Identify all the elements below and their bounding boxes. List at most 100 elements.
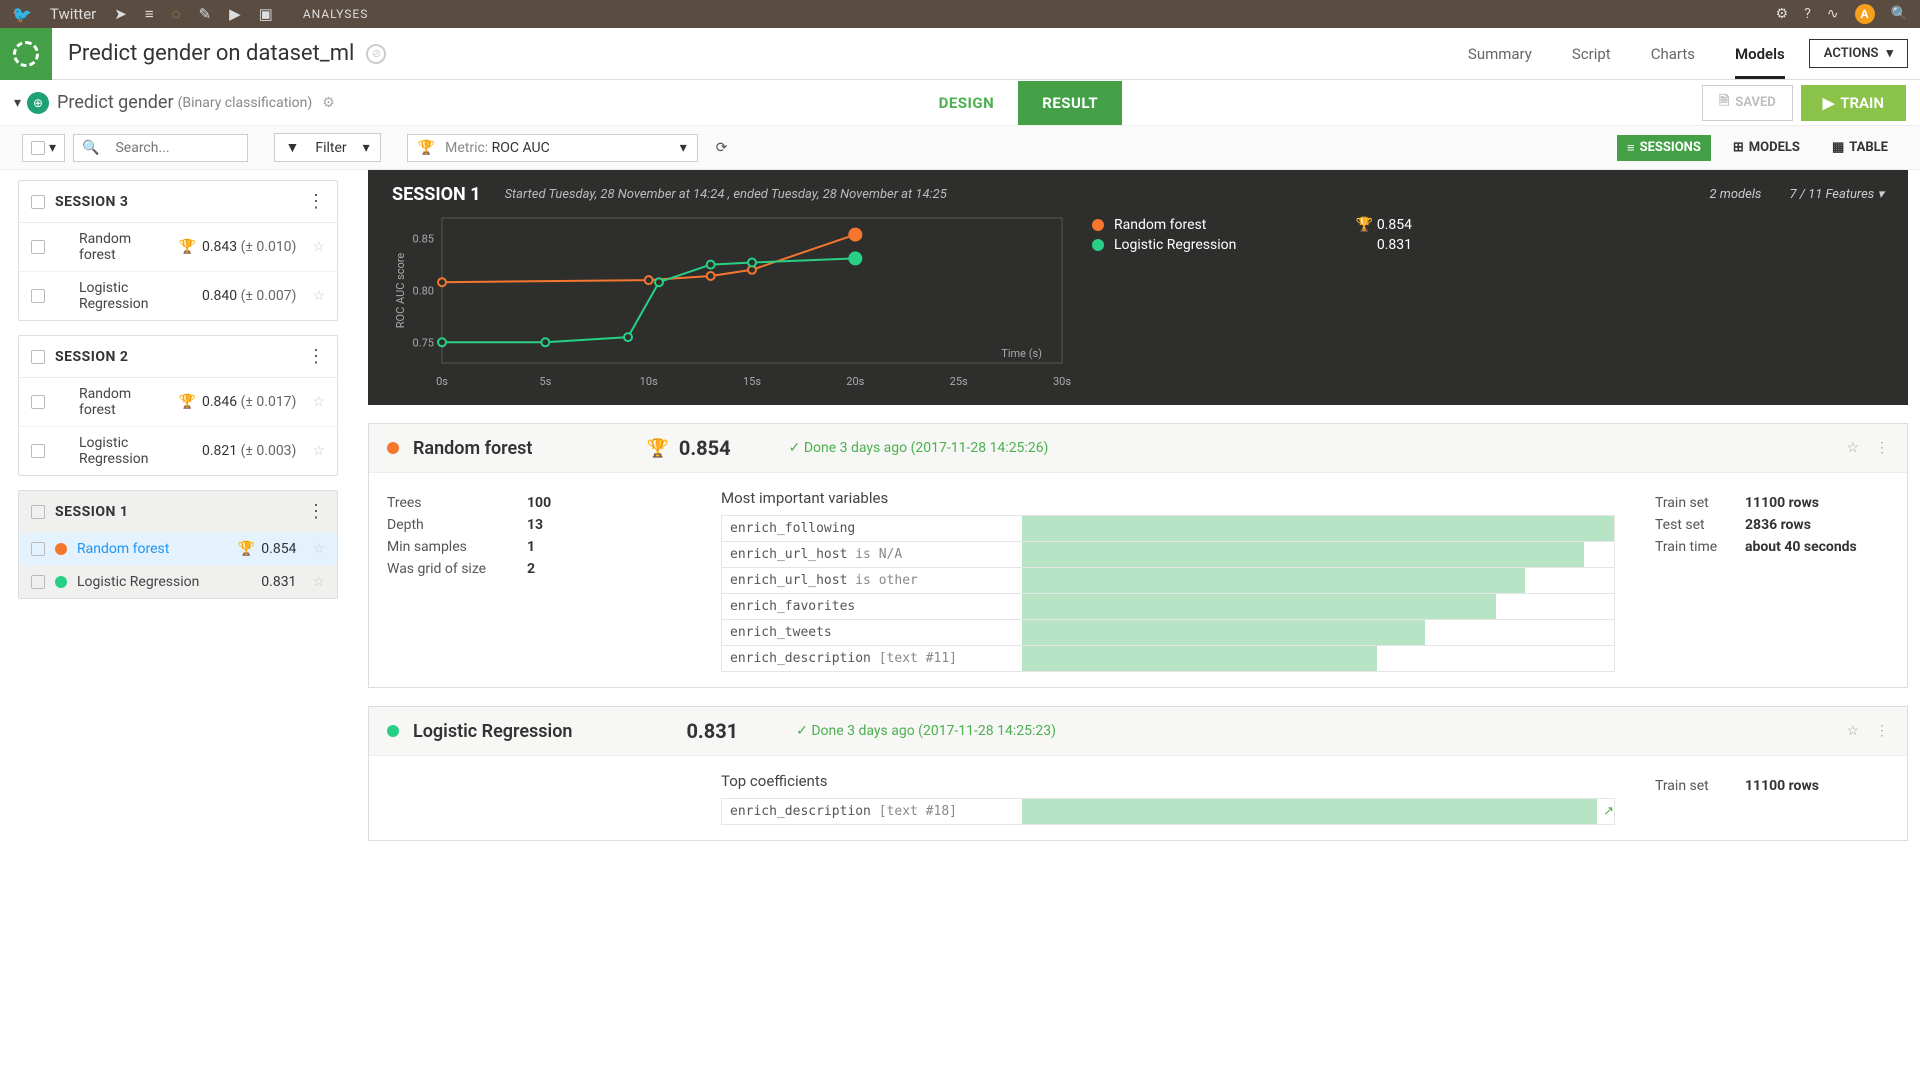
variable-row[interactable]: enrich_url_host is other [721, 567, 1615, 594]
model-name: Logistic Regression [79, 435, 192, 467]
star-icon[interactable]: ☆ [312, 394, 325, 410]
model-row[interactable]: Random forest 🏆0.854 ☆ [19, 533, 337, 566]
session-card: SESSION 3 ⋮ Random forest 🏆0.843 (± 0.01… [18, 180, 338, 321]
play-icon[interactable]: ▶ [229, 5, 241, 23]
tab-charts[interactable]: Charts [1651, 29, 1695, 79]
checkbox[interactable] [31, 542, 45, 556]
variables-title: Most important variables [721, 489, 1615, 507]
session-header[interactable]: SESSION 2 ⋮ [19, 336, 337, 378]
legend-dot [1092, 219, 1104, 231]
variable-row[interactable]: enrich_following [721, 515, 1615, 542]
search-input[interactable] [107, 135, 247, 161]
dashboard-icon[interactable]: ▣ [259, 5, 273, 23]
model-detail-card: Random forest 🏆 0.854 ✓ Done 3 days ago … [368, 423, 1908, 688]
star-icon[interactable]: ☆ [312, 541, 325, 557]
checkbox[interactable] [31, 395, 45, 409]
kebab-icon[interactable]: ⋮ [1875, 723, 1889, 739]
train-button[interactable]: ▶ TRAIN [1801, 85, 1906, 121]
variable-bar [1022, 568, 1614, 593]
view-table[interactable]: ▦TABLE [1822, 135, 1898, 161]
model-card-head[interactable]: Random forest 🏆 0.854 ✓ Done 3 days ago … [369, 424, 1907, 473]
task-name[interactable]: Predict gender [57, 92, 174, 113]
svg-text:30s: 30s [1053, 375, 1071, 388]
kebab-icon[interactable]: ⋮ [307, 191, 325, 212]
saved-button: 🗎 SAVED [1702, 85, 1793, 121]
model-name: Logistic Regression [77, 574, 251, 590]
star-icon[interactable]: ☆ [312, 574, 325, 590]
view-sessions[interactable]: ≡SESSIONS [1617, 135, 1711, 161]
variable-bar [1022, 542, 1614, 567]
search-icon[interactable]: 🔍 [1891, 6, 1908, 22]
analyses-label: ANALYSES [303, 7, 369, 21]
tab-models[interactable]: Models [1735, 29, 1785, 79]
edit-icon[interactable]: ✎ [199, 5, 212, 23]
activity-icon[interactable]: ∿ [1827, 6, 1839, 22]
checkbox[interactable] [31, 350, 45, 364]
variable-row[interactable]: enrich_url_host is N/A [721, 541, 1615, 568]
model-row[interactable]: Random forest 🏆0.846 (± 0.017) ☆ [19, 378, 337, 427]
tab-summary[interactable]: Summary [1468, 29, 1532, 79]
star-icon[interactable]: ☆ [312, 443, 325, 459]
checkbox[interactable] [31, 195, 45, 209]
model-row[interactable]: Logistic Regression 0.821 (± 0.003) ☆ [19, 427, 337, 475]
legend-item[interactable]: Logistic Regression 0.831 [1092, 237, 1412, 253]
refresh-icon[interactable]: ⟳ [716, 140, 728, 156]
filter-button[interactable]: ▼ Filter ▾ [274, 133, 380, 162]
model-card-done: ✓ Done 3 days ago (2017-11-28 14:25:26) [789, 440, 1049, 456]
lab-icon[interactable]: ◌ [172, 5, 181, 23]
project-name[interactable]: Twitter [50, 5, 96, 23]
gear-icon[interactable]: ⚙ [1776, 6, 1789, 22]
variable-name: enrich_description [text #18] [722, 804, 1022, 819]
model-color-dot [387, 725, 399, 737]
tab-script[interactable]: Script [1572, 29, 1611, 79]
variable-row[interactable]: enrich_tweets [721, 619, 1615, 646]
tab-design[interactable]: DESIGN [915, 81, 1019, 125]
checkbox[interactable] [31, 444, 45, 458]
star-icon[interactable]: ☆ [312, 239, 325, 255]
svg-text:10s: 10s [640, 375, 658, 388]
variable-name: enrich_url_host is N/A [722, 547, 1022, 562]
checkbox[interactable] [31, 505, 45, 519]
checkbox[interactable] [31, 240, 45, 254]
variable-row[interactable]: enrich_description [text #11] [721, 645, 1615, 672]
model-row[interactable]: Logistic Regression 0.831 ☆ [19, 566, 337, 598]
model-row[interactable]: Random forest 🏆0.843 (± 0.010) ☆ [19, 223, 337, 272]
view-models[interactable]: ⊞MODELS [1723, 135, 1810, 161]
checkbox[interactable] [31, 289, 45, 303]
legend-item[interactable]: Random forest 🏆 0.854 [1092, 217, 1412, 233]
legend-score: 🏆 0.854 [1356, 217, 1412, 233]
variable-row[interactable]: enrich_favorites [721, 593, 1615, 620]
trophy-icon: 🏆 [418, 140, 435, 156]
variable-row[interactable]: enrich_description [text #18] ↗ [721, 798, 1615, 825]
metric-selector[interactable]: 🏆 Metric: ROC AUC ▾ [407, 134, 698, 162]
svg-text:0.85: 0.85 [413, 233, 434, 246]
star-icon[interactable]: ☆ [312, 288, 325, 304]
sessions-panel: SESSION 3 ⋮ Random forest 🏆0.843 (± 0.01… [0, 170, 356, 861]
session-header[interactable]: SESSION 1 ⋮ [19, 491, 337, 533]
datasets-icon[interactable]: ≡ [145, 5, 154, 23]
nav-icons: ➤ ≡ ◌ ✎ ▶ ▣ [114, 5, 273, 23]
variable-name: enrich_description [text #11] [722, 651, 1022, 666]
model-row[interactable]: Logistic Regression 0.840 (± 0.007) ☆ [19, 272, 337, 320]
info-icon[interactable]: ⊘ [366, 44, 386, 64]
star-icon[interactable]: ☆ [1846, 440, 1859, 456]
session-header[interactable]: SESSION 3 ⋮ [19, 181, 337, 223]
chevron-down-icon[interactable]: ▾ [14, 95, 21, 111]
actions-button[interactable]: ACTIONS ▾ [1809, 39, 1908, 68]
analysis-icon[interactable] [0, 28, 52, 80]
funnel-icon: ▼ [285, 139, 299, 156]
tab-result[interactable]: RESULT [1018, 81, 1122, 125]
checkbox[interactable] [31, 575, 45, 589]
kebab-icon[interactable]: ⋮ [1875, 440, 1889, 456]
star-icon[interactable]: ☆ [1846, 723, 1859, 739]
kebab-icon[interactable]: ⋮ [307, 346, 325, 367]
chart-features[interactable]: 7 / 11 Features ▾ [1789, 187, 1884, 202]
select-all-dropdown[interactable]: ▾ [22, 134, 65, 162]
kebab-icon[interactable]: ⋮ [307, 501, 325, 522]
model-card-head[interactable]: Logistic Regression 0.831 ✓ Done 3 days … [369, 707, 1907, 756]
task-gear-icon[interactable]: ⚙ [322, 95, 335, 111]
model-name: Logistic Regression [79, 280, 192, 312]
flow-icon[interactable]: ➤ [114, 5, 127, 23]
avatar[interactable]: A [1855, 4, 1875, 24]
help-icon[interactable]: ? [1804, 6, 1811, 22]
